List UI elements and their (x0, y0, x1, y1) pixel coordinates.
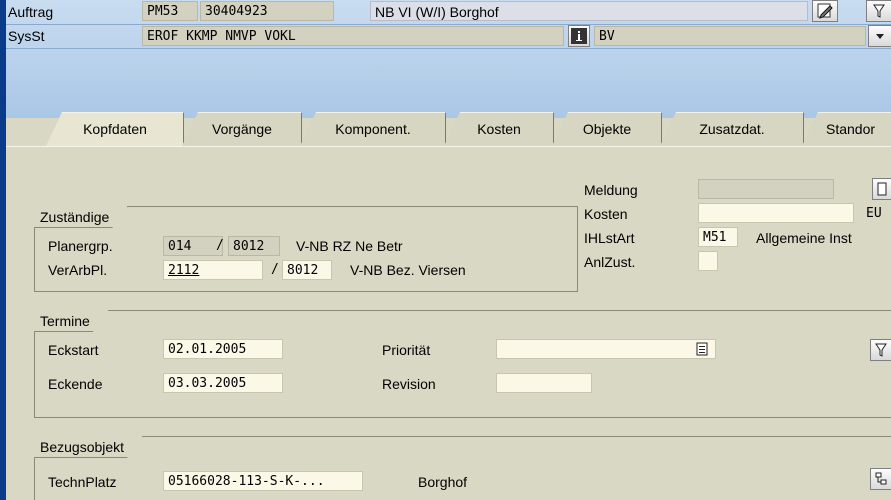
filter-icon (875, 343, 887, 357)
planergrp-plant-field: 8012 (228, 236, 280, 256)
tab-kopfdaten[interactable]: Kopfdaten (46, 112, 184, 146)
verarbpl-text: V-NB Bez. Viersen (350, 262, 466, 278)
tab-kosten-label: Kosten (477, 121, 521, 137)
dropdown-icon (876, 34, 884, 39)
verarbpl-field[interactable]: 2112 (163, 260, 263, 280)
tab-objekte-label: Objekte (582, 121, 632, 137)
eckende-field[interactable]: 03.03.2005 (163, 373, 283, 393)
prioritaet-field[interactable] (496, 339, 716, 359)
filter-icon (873, 4, 885, 18)
group-zustaendige-title: Zuständige (34, 206, 128, 228)
ihlstart-field[interactable]: M51 (698, 227, 738, 247)
tab-komponenten-label: Komponent. (335, 121, 411, 137)
header-separator-2 (6, 48, 891, 49)
dropdown-list-icon (696, 342, 708, 356)
planergrp-slash: / (216, 238, 224, 253)
filter-button-termine[interactable] (870, 339, 891, 361)
order-header: Auftrag PM53 30404923 NB VI (W/I) Borgho… (6, 0, 891, 118)
eckende-label: Eckende (48, 376, 103, 392)
tab-kopfdaten-label: Kopfdaten (83, 121, 147, 137)
planergrp-text: V-NB RZ Ne Betr (296, 238, 403, 254)
technplatz-field[interactable]: 05166028-113-S-K-... (163, 471, 363, 491)
tab-objekte[interactable]: Objekte (552, 112, 662, 146)
verarbpl-label: VerArbPl. (48, 262, 108, 278)
prioritaet-label: Priorität (382, 342, 431, 358)
tab-standort[interactable]: Standor (802, 112, 891, 146)
group-termine: Termine (34, 310, 891, 418)
order-number-field: 30404923 (200, 1, 334, 21)
revision-field[interactable] (496, 373, 592, 393)
ihlstart-label: IHLstArt (584, 230, 635, 246)
info-icon (571, 28, 587, 44)
tab-vorgaenge-label: Vorgänge (212, 121, 272, 137)
system-status-field: EROF KKMP NMVP VOKL (142, 26, 564, 46)
tab-kosten[interactable]: Kosten (444, 112, 554, 146)
tab-standort-label: Standor (826, 121, 876, 137)
kosten-currency: EU (866, 206, 882, 221)
kosten-field[interactable] (698, 203, 854, 223)
status-info-button[interactable] (568, 25, 590, 47)
tab-zusatzdaten-label: Zusatzdat. (699, 121, 765, 137)
sysst-row: SysSt EROF KKMP NMVP VOKL BV (6, 25, 891, 50)
auftrag-label: Auftrag (8, 4, 54, 20)
ihlstart-text: Allgemeine Inst (756, 230, 852, 246)
meldung-field (698, 179, 834, 199)
prioritaet-dropdown-button[interactable] (696, 342, 710, 356)
sap-order-screen: Auftrag PM53 30404923 NB VI (W/I) Borgho… (6, 0, 891, 500)
kosten-label: Kosten (584, 206, 628, 222)
eckstart-field[interactable]: 02.01.2005 (163, 339, 283, 359)
user-status-field: BV (594, 26, 866, 46)
sysst-label: SysSt (8, 28, 45, 44)
edit-long-text-button[interactable] (812, 0, 838, 22)
order-type-field: PM53 (142, 1, 198, 21)
document-icon (877, 182, 887, 196)
technplatz-label: TechnPlatz (48, 474, 117, 490)
tab-baseline (6, 146, 891, 147)
meldung-display-button[interactable] (872, 178, 891, 200)
hierarchy-icon (875, 472, 887, 485)
verarbpl-plant-field[interactable]: 8012 (282, 260, 332, 280)
technplatz-text: Borghof (418, 474, 468, 490)
filter-button-top[interactable] (866, 0, 891, 22)
user-status-dropdown-button[interactable] (868, 25, 891, 47)
planergrp-field: 014 (163, 236, 223, 256)
anlzust-label: AnlZust. (584, 254, 636, 270)
revision-label: Revision (382, 376, 436, 392)
tab-komponenten[interactable]: Komponent. (300, 112, 446, 146)
order-description-field[interactable]: NB VI (W/I) Borghof (370, 1, 808, 21)
tab-vorgaenge[interactable]: Vorgänge (182, 112, 302, 146)
tab-zusatzdaten[interactable]: Zusatzdat. (660, 112, 804, 146)
structure-display-button[interactable] (870, 468, 891, 490)
meldung-label: Meldung (584, 182, 638, 198)
pencil-icon (817, 3, 833, 19)
header-separator (6, 24, 891, 25)
group-termine-title: Termine (34, 310, 109, 332)
auftrag-row: Auftrag PM53 30404923 NB VI (W/I) Borgho… (6, 0, 891, 24)
anlzust-field[interactable] (698, 251, 718, 271)
planergrp-label: Planergrp. (48, 238, 113, 254)
eckstart-label: Eckstart (48, 342, 99, 358)
group-bezugsobjekt-title: Bezugsobjekt (34, 436, 143, 458)
tab-strip: Kopfdaten Vorgänge Komponent. Kosten Obj… (6, 112, 891, 146)
verarbpl-slash: / (271, 262, 279, 277)
